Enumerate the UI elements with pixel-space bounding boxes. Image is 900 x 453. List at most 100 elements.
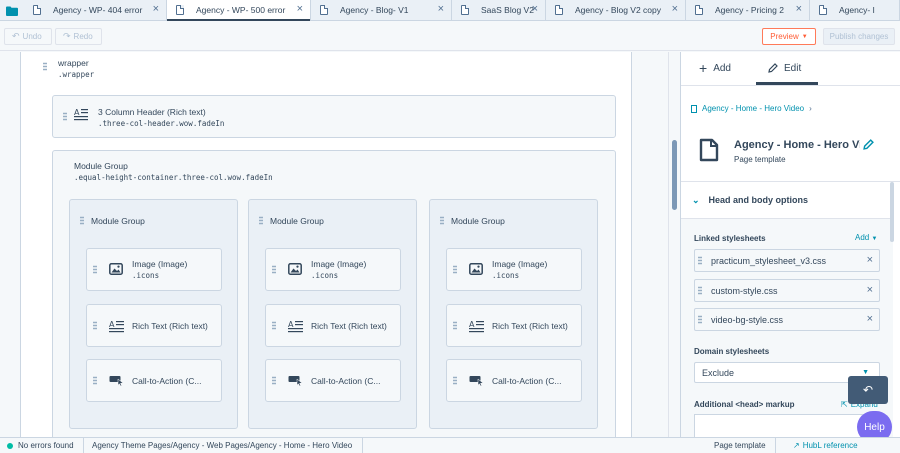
sidebar-scrollbar[interactable]: [890, 182, 894, 242]
drag-handle-icon[interactable]: [63, 112, 67, 121]
module-image[interactable]: Image (Image) .icons: [86, 248, 222, 291]
image-icon: [288, 263, 302, 277]
module-group-column-2[interactable]: Module Group Image (Image) .icons A Rich Tex…: [248, 199, 417, 429]
svg-text:A: A: [74, 108, 80, 117]
drag-handle-icon[interactable]: [453, 321, 457, 330]
linked-stylesheets-label: Linked stylesheets: [694, 234, 766, 243]
drag-handle-icon[interactable]: [43, 62, 47, 71]
caret-down-icon: ▼: [871, 236, 878, 242]
image-icon: [109, 263, 123, 277]
cta-icon: [109, 374, 124, 388]
status-errors: No errors found: [18, 441, 74, 450]
template-type: Page template: [734, 155, 786, 164]
preview-button[interactable]: Preview ▼: [762, 28, 816, 45]
close-icon[interactable]: ×: [297, 3, 303, 15]
head-markup-label: Additional <head> markup: [694, 400, 795, 409]
drag-handle-icon[interactable]: [259, 216, 263, 225]
drag-handle-icon[interactable]: [272, 376, 276, 385]
tab-3[interactable]: Agency - Blog- V1 ×: [311, 0, 452, 21]
folder-icon[interactable]: [0, 0, 24, 21]
canvas-scroll-thumb[interactable]: [672, 140, 677, 210]
page-icon: [33, 5, 41, 15]
layout-canvas: wrapper .wrapper A 3 Column Header (Rich…: [0, 52, 680, 437]
image-icon: [469, 263, 483, 277]
drag-handle-icon[interactable]: [698, 256, 702, 265]
stylesheet-item[interactable]: practicum_stylesheet_v3.css ×: [694, 249, 880, 272]
drag-handle-icon[interactable]: [453, 265, 457, 274]
tab-bar: Agency - WP- 404 error × Agency - WP- 500 …: [0, 0, 900, 21]
remove-icon[interactable]: ×: [867, 313, 873, 325]
page-icon: [176, 5, 184, 15]
tab-2[interactable]: Agency - WP- 500 error ×: [167, 0, 311, 21]
undo-icon: ↶: [862, 383, 874, 397]
stylesheet-item[interactable]: video-bg-style.css ×: [694, 308, 880, 331]
canvas-scrollbar[interactable]: [668, 52, 680, 437]
wrapper-container[interactable]: wrapper .wrapper A 3 Column Header (Rich…: [20, 52, 632, 437]
module-image[interactable]: Image (Image) .icons: [265, 248, 401, 291]
close-icon[interactable]: ×: [153, 3, 159, 15]
status-ok-icon: [7, 443, 13, 449]
chevron-right-icon: ›: [809, 104, 812, 113]
drag-handle-icon[interactable]: [272, 265, 276, 274]
cta-icon: [288, 374, 303, 388]
caret-down-icon: ▼: [862, 369, 869, 376]
module-cta[interactable]: Call-to-Action (C...: [446, 359, 582, 402]
pencil-icon: [768, 63, 778, 73]
remove-icon[interactable]: ×: [867, 284, 873, 296]
template-file-icon: [699, 138, 719, 162]
redo-icon: ↷: [63, 31, 71, 41]
close-icon[interactable]: ×: [672, 3, 678, 15]
drag-handle-icon[interactable]: [93, 376, 97, 385]
tab-4[interactable]: SaaS Blog V2 ×: [452, 0, 546, 21]
svg-text:A: A: [109, 320, 115, 329]
close-icon[interactable]: ×: [438, 3, 444, 15]
file-icon: [691, 104, 697, 113]
tab-7[interactable]: Agency- I: [810, 0, 900, 21]
tab-1[interactable]: Agency - WP- 404 error ×: [24, 0, 167, 21]
undo-float-button[interactable]: ↶: [848, 376, 888, 404]
module-group-column-1[interactable]: Module Group Image (Image) .icons A Rich Tex…: [69, 199, 238, 429]
redo-button[interactable]: ↷ Redo: [55, 28, 102, 45]
breadcrumb[interactable]: Agency - Home - Hero Video ›: [691, 104, 812, 113]
svg-text:A: A: [288, 320, 294, 329]
chevron-down-icon: ⌄: [692, 194, 700, 205]
module-cta[interactable]: Call-to-Action (C...: [265, 359, 401, 402]
hubl-reference-link[interactable]: ↗ HubL reference: [793, 441, 858, 450]
plus-icon: +: [699, 60, 708, 76]
add-stylesheet-link[interactable]: Add ▼: [855, 233, 877, 242]
head-body-options-toggle[interactable]: ⌄ Head and body options: [681, 182, 893, 218]
module-rich-text[interactable]: A Rich Text (Rich text): [86, 304, 222, 347]
module-cta[interactable]: Call-to-Action (C...: [86, 359, 222, 402]
drag-handle-icon[interactable]: [80, 216, 84, 225]
tab-add[interactable]: + Add: [699, 52, 731, 84]
undo-button[interactable]: ↶ Undo: [4, 28, 52, 45]
domain-stylesheets-label: Domain stylesheets: [694, 347, 770, 356]
close-icon[interactable]: ×: [532, 3, 538, 15]
drag-handle-icon[interactable]: [93, 265, 97, 274]
remove-icon[interactable]: ×: [867, 254, 873, 266]
template-title: Agency - Home - Hero Vi: [734, 139, 860, 151]
tab-edit[interactable]: Edit: [768, 52, 801, 84]
rich-text-icon: A: [74, 108, 88, 121]
module-rich-text[interactable]: A Rich Text (Rich text): [446, 304, 582, 347]
status-template-type: Page template: [714, 441, 766, 450]
tab-5[interactable]: Agency - Blog V2 copy ×: [546, 0, 686, 21]
tab-6[interactable]: Agency - Pricing 2 ×: [686, 0, 810, 21]
module-group-column-3[interactable]: Module Group Image (Image) .icons A Rich Tex…: [429, 199, 598, 429]
module-image[interactable]: Image (Image) .icons: [446, 248, 582, 291]
edit-title-icon[interactable]: [863, 139, 874, 150]
drag-handle-icon[interactable]: [93, 321, 97, 330]
status-bar: No errors found Agency Theme Pages/Agenc…: [0, 437, 900, 453]
close-icon[interactable]: ×: [796, 3, 802, 15]
module-group[interactable]: Module Group .equal-height-container.thr…: [52, 150, 616, 437]
drag-handle-icon[interactable]: [272, 321, 276, 330]
drag-handle-icon[interactable]: [440, 216, 444, 225]
drag-handle-icon[interactable]: [698, 315, 702, 324]
head-markup-editor[interactable]: [694, 414, 880, 437]
drag-handle-icon[interactable]: [453, 376, 457, 385]
drag-handle-icon[interactable]: [698, 286, 702, 295]
stylesheet-item[interactable]: custom-style.css ×: [694, 279, 880, 302]
module-rich-text[interactable]: A Rich Text (Rich text): [265, 304, 401, 347]
three-col-header-module[interactable]: A 3 Column Header (Rich text) .three-col…: [52, 95, 616, 138]
publish-changes-button[interactable]: Publish changes: [823, 28, 895, 45]
